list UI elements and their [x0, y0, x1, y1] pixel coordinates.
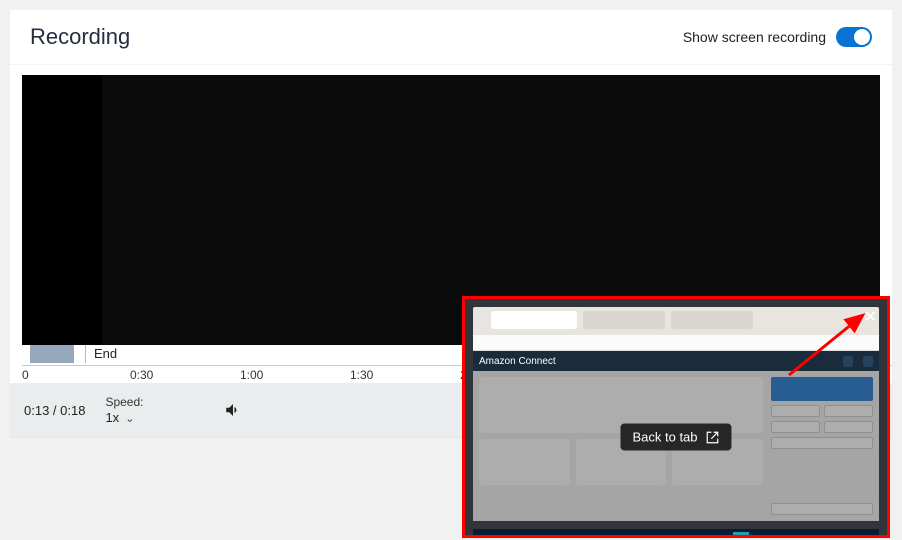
- back-to-tab-button[interactable]: Back to tab: [620, 424, 731, 451]
- speed-label: Speed:: [105, 395, 143, 409]
- pip-address-bar: [473, 335, 879, 351]
- pip-browser-tabs: [473, 307, 879, 335]
- timeline-divider: [85, 345, 86, 363]
- show-recording-toggle-wrap: Show screen recording: [683, 27, 872, 47]
- pip-overlay: ✕ Amazon Connect: [462, 296, 890, 538]
- pip-ribbon-chip: [843, 356, 853, 367]
- show-recording-toggle[interactable]: [836, 27, 872, 47]
- pip-sidebar: [769, 371, 879, 521]
- tick-label: 0: [22, 368, 29, 382]
- pip-tab: [583, 311, 665, 329]
- speed-value: 1x: [105, 410, 119, 425]
- tick-label: 1:30: [350, 368, 373, 382]
- back-to-tab-label: Back to tab: [632, 430, 697, 445]
- pip-tab: [671, 311, 753, 329]
- pip-page-body: Back to tab: [473, 371, 879, 521]
- pip-ribbon-right: [843, 356, 873, 367]
- panel-header: Recording Show screen recording: [10, 10, 892, 65]
- speed-selector[interactable]: Speed: 1x ⌄: [105, 395, 143, 425]
- volume-icon[interactable]: [224, 401, 242, 419]
- pip-ribbon-chip: [863, 356, 873, 367]
- time-display: 0:13 / 0:18: [24, 403, 85, 418]
- pip-taskbar-swatch: [733, 532, 749, 538]
- tick-label: 1:00: [240, 368, 263, 382]
- pip-taskbar: ▶: [473, 529, 879, 538]
- pip-tab-active: [491, 311, 577, 329]
- timeline-end-label: End: [94, 346, 117, 361]
- pip-app-ribbon: Amazon Connect: [473, 351, 879, 371]
- panel-title: Recording: [30, 24, 130, 50]
- pip-play-icon[interactable]: ▶: [672, 533, 680, 538]
- chevron-down-icon: ⌄: [125, 412, 134, 425]
- pip-app-title: Amazon Connect: [479, 356, 556, 367]
- open-in-new-icon: [706, 430, 720, 444]
- pip-close-button[interactable]: ✕: [864, 307, 877, 327]
- toggle-label: Show screen recording: [683, 29, 826, 45]
- timeline-scrubber[interactable]: [30, 345, 74, 363]
- tick-label: 0:30: [130, 368, 153, 382]
